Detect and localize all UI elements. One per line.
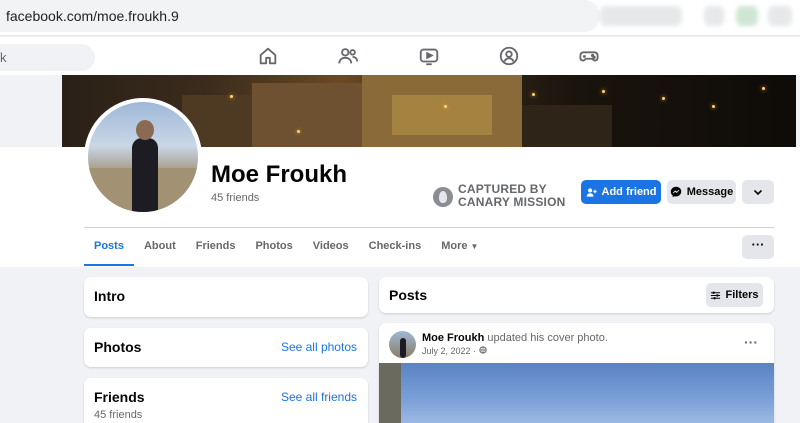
cover-light: [532, 93, 535, 96]
profile-tabs: Posts About Friends Photos Videos Check-…: [84, 228, 488, 266]
see-all-friends-link[interactable]: See all friends: [281, 390, 357, 404]
profile-avatar[interactable]: [84, 98, 202, 216]
cover-light: [762, 87, 765, 90]
avatar-figure-head: [136, 120, 154, 140]
post-date[interactable]: July 2, 2022 ·: [422, 346, 487, 356]
tab-more-label: More: [441, 240, 468, 252]
home-icon[interactable]: [257, 45, 279, 67]
post-action-text: updated his cover photo.: [487, 332, 608, 344]
cover-building: [522, 105, 612, 147]
profile-name[interactable]: Moe Froukh: [211, 161, 347, 189]
chevron-down-icon: [753, 189, 763, 196]
blurred-toolbar-icon: [704, 6, 724, 26]
overlay-line-2: CANARY MISSION: [458, 195, 566, 209]
overlay-text: CAPTURED BY CANARY MISSION: [458, 183, 565, 209]
facebook-top-nav: k: [0, 37, 800, 75]
profile-options-dropdown[interactable]: [742, 180, 774, 204]
friends-icon[interactable]: [337, 45, 359, 67]
blurred-toolbar-icon: [736, 6, 758, 26]
filters-icon: [711, 291, 721, 299]
add-friend-label: Add friend: [601, 186, 657, 198]
post-date-text: July 2, 2022 ·: [422, 346, 477, 356]
post-cover-photo-image[interactable]: [379, 363, 774, 423]
cover-light: [662, 97, 665, 100]
friends-card: Friends See all friends 45 friends: [84, 378, 368, 423]
post-author-avatar[interactable]: [389, 331, 416, 358]
friends-card-count: 45 friends: [94, 409, 143, 421]
post-author-line: Moe Froukh updated his cover photo.: [422, 332, 608, 344]
see-all-photos-link[interactable]: See all photos: [281, 340, 357, 354]
tab-about[interactable]: About: [134, 228, 186, 266]
globe-icon: [478, 346, 487, 356]
profile-friend-count[interactable]: 45 friends: [211, 192, 259, 204]
add-person-icon: [586, 187, 597, 197]
tab-photos[interactable]: Photos: [245, 228, 302, 266]
filters-label: Filters: [725, 289, 759, 301]
photos-title[interactable]: Photos: [94, 339, 141, 355]
cover-building: [252, 83, 362, 147]
url-field[interactable]: facebook.com/moe.froukh.9: [0, 0, 600, 32]
messenger-icon: [670, 186, 681, 198]
blurred-toolbar: [600, 6, 682, 26]
intro-title: Intro: [94, 288, 126, 304]
canary-seal-icon: [433, 187, 453, 207]
posts-title: Posts: [389, 287, 428, 303]
cover-light: [444, 105, 447, 108]
more-options-button[interactable]: ···: [742, 235, 774, 259]
tab-check-ins[interactable]: Check-ins: [359, 228, 432, 266]
intro-card: Intro: [84, 277, 368, 317]
friends-title[interactable]: Friends: [94, 389, 145, 405]
caret-down-icon: ▼: [470, 242, 479, 251]
avatar-figure-body: [132, 138, 158, 212]
tab-friends[interactable]: Friends: [186, 228, 246, 266]
post-author-name[interactable]: Moe Froukh: [422, 332, 484, 344]
cover-light: [712, 105, 715, 108]
gaming-icon[interactable]: [578, 45, 600, 67]
filters-button[interactable]: Filters: [706, 283, 763, 307]
message-label: Message: [686, 186, 734, 198]
cover-light: [602, 90, 605, 93]
groups-icon[interactable]: [498, 45, 520, 67]
photos-card: Photos See all photos: [84, 328, 368, 367]
blurred-toolbar-icon: [768, 6, 792, 26]
tab-videos[interactable]: Videos: [303, 228, 359, 266]
post-options-icon[interactable]: ···: [744, 334, 758, 350]
search-input[interactable]: k: [0, 44, 95, 71]
tab-posts[interactable]: Posts: [84, 228, 134, 266]
tab-more[interactable]: More ▼: [431, 228, 488, 266]
watch-icon[interactable]: [418, 45, 440, 67]
message-button[interactable]: Message: [667, 180, 736, 204]
cover-light: [297, 130, 300, 133]
cover-building: [392, 95, 492, 135]
add-friend-button[interactable]: Add friend: [581, 180, 661, 204]
cover-light: [230, 95, 233, 98]
browser-address-bar: facebook.com/moe.froukh.9: [0, 0, 800, 36]
